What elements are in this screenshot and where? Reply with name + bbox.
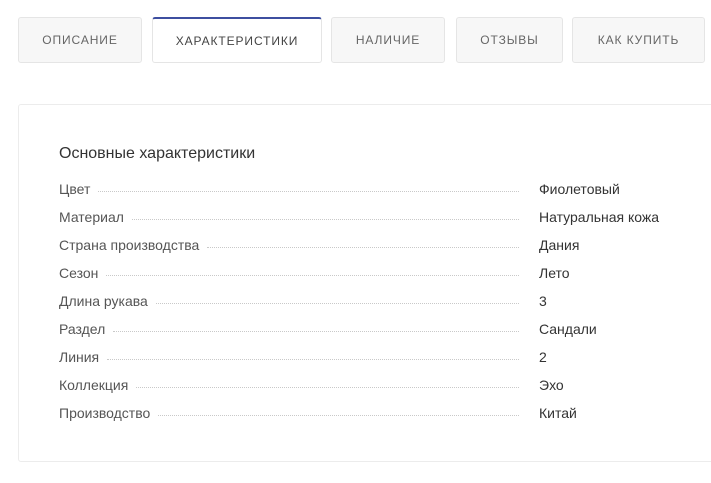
- dotted-leader: [113, 330, 519, 332]
- property-value: 2: [539, 349, 547, 365]
- property-value: Дания: [539, 237, 580, 253]
- dotted-leader: [155, 302, 519, 304]
- tab-how-to-buy[interactable]: Как купить: [572, 17, 705, 63]
- dotted-leader: [98, 190, 519, 192]
- property-value: Лето: [539, 265, 570, 281]
- property-value: Китай: [539, 405, 577, 421]
- property-row: Материал Натуральная кожа: [59, 203, 699, 231]
- dotted-leader: [158, 414, 519, 416]
- property-name: Материал: [59, 209, 124, 225]
- property-value: Фиолетовый: [539, 181, 620, 197]
- dotted-leader: [136, 386, 519, 388]
- property-name: Линия: [59, 349, 100, 365]
- properties-list: Цвет Фиолетовый Материал Натуральная кож…: [59, 175, 699, 427]
- property-row: Страна производства Дания: [59, 231, 699, 259]
- property-value: Натуральная кожа: [539, 209, 660, 225]
- property-value: Эхо: [539, 377, 564, 393]
- property-row: Сезон Лето: [59, 259, 699, 287]
- property-row: Цвет Фиолетовый: [59, 175, 699, 203]
- tab-reviews[interactable]: Отзывы: [456, 17, 563, 63]
- property-name: Производство: [59, 405, 151, 421]
- panel-title: Основные характеристики: [59, 145, 256, 162]
- dotted-leader: [107, 358, 519, 360]
- product-tabs: Описание Характеристики Наличие Отзывы К…: [18, 17, 711, 65]
- property-row: Коллекция Эхо: [59, 371, 699, 399]
- dotted-leader: [106, 274, 519, 276]
- tab-description[interactable]: Описание: [18, 17, 142, 63]
- property-name: Раздел: [59, 321, 106, 337]
- tab-availability[interactable]: Наличие: [331, 17, 445, 63]
- property-row: Производство Китай: [59, 399, 699, 427]
- property-name: Цвет: [59, 181, 91, 197]
- property-name: Сезон: [59, 265, 99, 281]
- property-value: Сандали: [539, 321, 597, 337]
- property-name: Длина рукава: [59, 293, 148, 309]
- property-row: Раздел Сандали: [59, 315, 699, 343]
- property-row: Длина рукава 3: [59, 287, 699, 315]
- property-value: 3: [539, 293, 547, 309]
- property-name: Страна производства: [59, 237, 200, 253]
- characteristics-panel: Основные характеристики Цвет Фиолетовый …: [18, 104, 711, 462]
- dotted-leader: [131, 218, 519, 220]
- property-name: Коллекция: [59, 377, 129, 393]
- dotted-leader: [207, 246, 519, 248]
- tab-characteristics[interactable]: Характеристики: [152, 17, 322, 63]
- property-row: Линия 2: [59, 343, 699, 371]
